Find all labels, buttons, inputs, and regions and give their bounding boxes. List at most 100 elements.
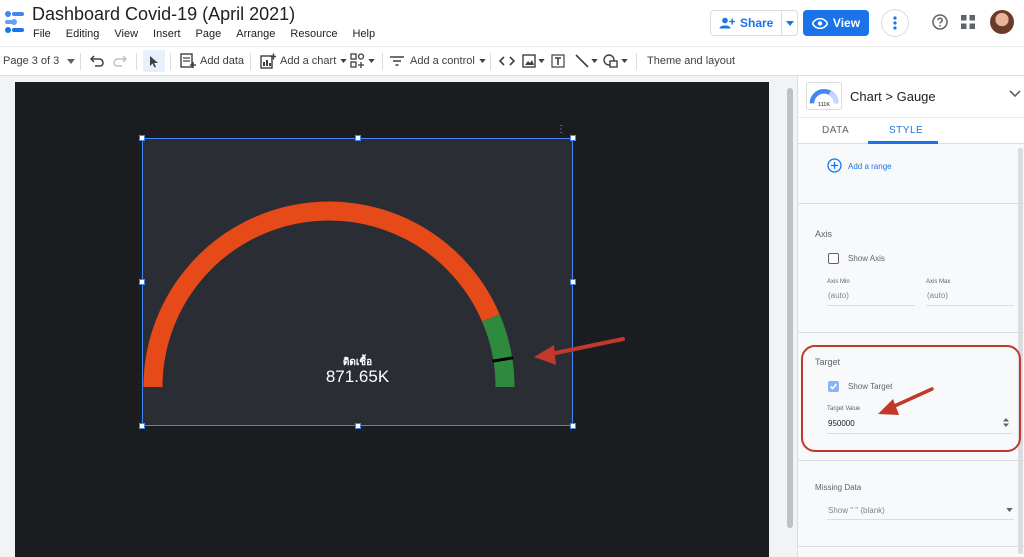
add-data-button[interactable]: Add data — [180, 47, 244, 75]
redo-icon — [113, 55, 127, 67]
active-tab-indicator — [868, 141, 938, 144]
menu-insert[interactable]: Insert — [153, 28, 181, 40]
menu-arrange[interactable]: Arrange — [236, 28, 275, 40]
redo-button[interactable] — [113, 47, 127, 75]
add-data-label: Add data — [200, 55, 245, 67]
menu-help[interactable]: Help — [352, 28, 375, 40]
toolbar-divider — [490, 53, 491, 70]
canvas-vertical-scrollbar[interactable] — [787, 88, 793, 528]
gauge-chart[interactable]: ติดเชื้อ 871.65K — [142, 138, 573, 426]
looker-studio-logo-icon[interactable] — [4, 10, 26, 34]
chart-more-icon[interactable]: ⋮ — [556, 124, 566, 135]
add-control-button[interactable]: Add a control — [390, 47, 486, 75]
resize-handle-bottom[interactable] — [355, 423, 361, 429]
section-divider — [798, 203, 1024, 204]
show-axis-checkbox[interactable] — [828, 253, 839, 264]
add-control-label: Add a control — [410, 55, 475, 67]
share-label: Share — [740, 16, 774, 30]
section-divider — [798, 332, 1024, 333]
embed-url-button[interactable] — [499, 47, 515, 75]
theme-and-layout-button[interactable]: Theme and layout — [647, 47, 735, 75]
menu-editing[interactable]: Editing — [66, 28, 100, 40]
properties-panel: 111K Chart > Gauge DATA STYLE Add a rang… — [797, 76, 1024, 557]
help-icon[interactable] — [932, 14, 948, 30]
line-button[interactable] — [575, 47, 598, 75]
select-tool-button[interactable] — [143, 50, 165, 72]
community-viz-button[interactable] — [350, 47, 375, 75]
axis-min-label: Axis Min — [827, 279, 850, 285]
panel-breadcrumb: Chart > Gauge — [850, 89, 936, 104]
axis-min-input[interactable]: (auto) — [828, 291, 849, 300]
missing-data-section-title: Missing Data — [815, 483, 862, 492]
resize-handle-left[interactable] — [139, 279, 145, 285]
toolbar-divider — [136, 53, 137, 70]
resize-handle-bottom-left[interactable] — [139, 423, 145, 429]
view-label: View — [832, 16, 861, 30]
missing-data-underline — [827, 519, 1014, 520]
tab-style[interactable]: STYLE — [889, 125, 923, 136]
text-box-icon — [551, 54, 565, 68]
menu-file[interactable]: File — [33, 28, 51, 40]
thumbnail-text: 111K — [818, 102, 830, 108]
section-divider — [798, 546, 1024, 547]
menu-resource[interactable]: Resource — [290, 28, 337, 40]
axis-min-underline — [827, 305, 915, 306]
toolbar-divider — [170, 53, 171, 70]
caret-down-icon — [591, 59, 598, 63]
theme-layout-label: Theme and layout — [647, 55, 736, 67]
menu-page[interactable]: Page — [196, 28, 222, 40]
text-box-button[interactable] — [551, 47, 565, 75]
target-section-highlight — [801, 345, 1021, 452]
report-title[interactable]: Dashboard Covid-19 (April 2021) — [32, 4, 295, 25]
resize-handle-top[interactable] — [355, 135, 361, 141]
show-axis-label: Show Axis — [848, 254, 885, 263]
shape-button[interactable] — [603, 47, 628, 75]
toolbar-divider — [636, 53, 637, 70]
share-dropdown-button[interactable] — [781, 11, 797, 35]
missing-data-select[interactable]: Show " " (blank) — [828, 506, 885, 515]
view-button[interactable]: View — [803, 10, 869, 36]
caret-down-icon — [368, 59, 375, 63]
more-options-button[interactable] — [881, 9, 909, 37]
caret-down-icon — [340, 59, 347, 63]
undo-button[interactable] — [90, 47, 104, 75]
community-visualization-icon — [350, 53, 365, 68]
resize-handle-right[interactable] — [570, 279, 576, 285]
resize-handle-top-right[interactable] — [570, 135, 576, 141]
app-header: Dashboard Covid-19 (April 2021) File Edi… — [0, 0, 1024, 46]
resize-handle-bottom-right[interactable] — [570, 423, 576, 429]
menu-view[interactable]: View — [114, 28, 138, 40]
caret-down-icon[interactable] — [1006, 508, 1013, 512]
page-navigator[interactable]: Page 3 of 3 — [3, 47, 76, 75]
panel-tabs: DATA STYLE — [798, 118, 1024, 144]
add-chart-button[interactable]: Add a chart — [260, 47, 347, 75]
toolbar-divider — [250, 53, 251, 70]
toolbar-divider — [382, 53, 383, 70]
add-range-link[interactable]: Add a range — [848, 162, 892, 171]
share-button[interactable]: Share — [711, 11, 781, 35]
apps-grid-icon[interactable] — [961, 15, 975, 29]
undo-icon — [90, 55, 104, 67]
add-chart-icon — [260, 53, 276, 69]
add-person-icon — [719, 17, 735, 29]
add-circle-icon[interactable] — [827, 158, 842, 173]
axis-max-input[interactable]: (auto) — [927, 291, 948, 300]
section-divider — [798, 460, 1024, 461]
share-button-group: Share — [710, 10, 799, 36]
resize-handle-top-left[interactable] — [139, 135, 145, 141]
axis-section-title: Axis — [815, 229, 833, 239]
eye-icon — [811, 17, 828, 29]
page-indicator: Page 3 of 3 — [3, 55, 60, 67]
menu-bar: File Editing View Insert Page Arrange Re… — [33, 28, 390, 40]
tab-data[interactable]: DATA — [822, 125, 849, 136]
line-tool-icon — [575, 54, 589, 68]
image-button[interactable] — [522, 47, 545, 75]
filter-control-icon — [390, 56, 404, 66]
user-avatar[interactable] — [990, 10, 1014, 34]
panel-header: 111K Chart > Gauge — [798, 76, 1024, 118]
add-data-icon — [180, 53, 196, 68]
gauge-metric-value: 871.65K — [325, 367, 390, 386]
chevron-down-icon[interactable] — [1009, 90, 1021, 98]
caret-down-icon — [538, 59, 545, 63]
caret-down-icon — [479, 59, 486, 63]
